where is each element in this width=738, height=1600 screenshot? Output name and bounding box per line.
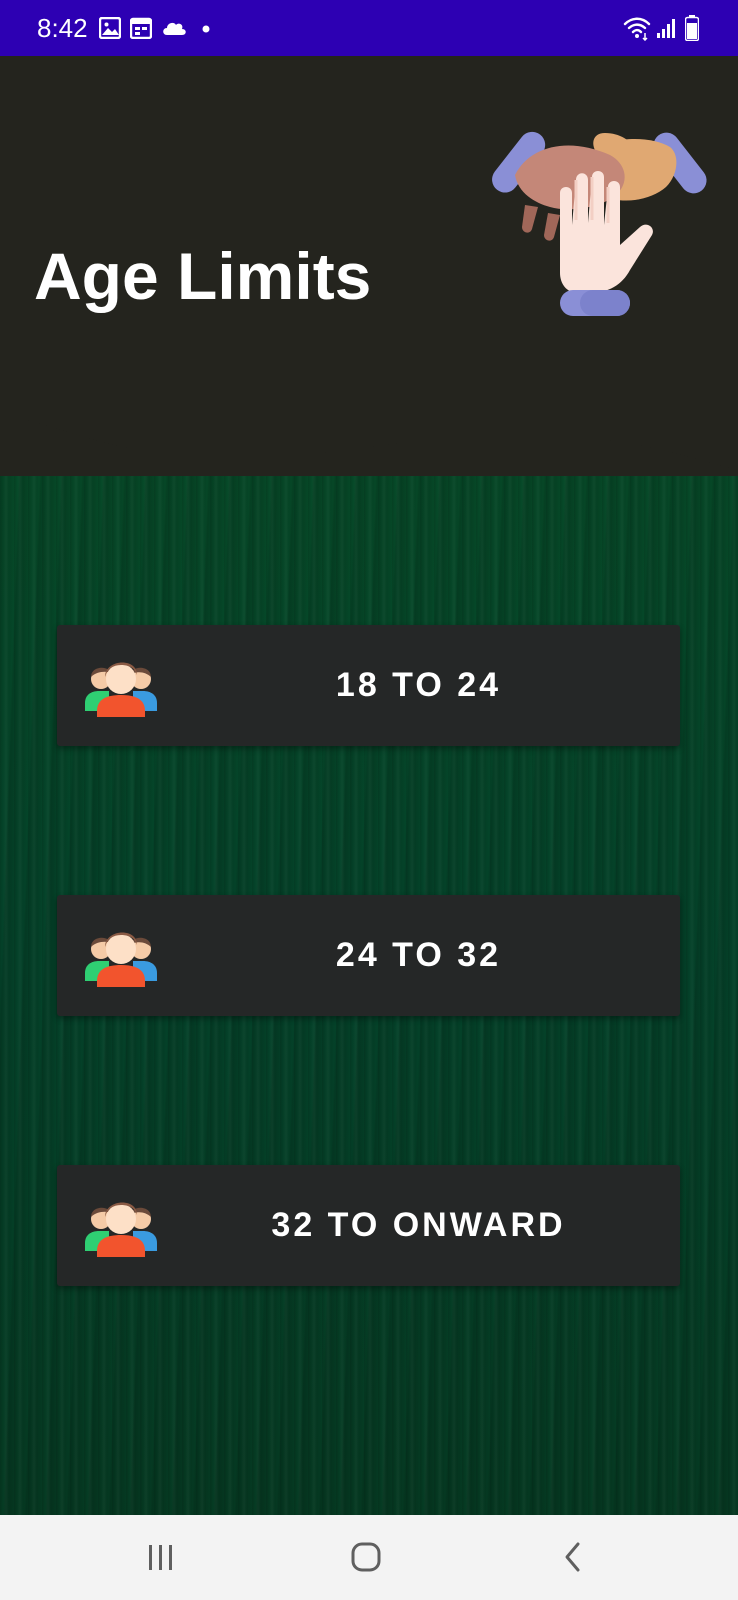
battery-icon bbox=[685, 15, 699, 41]
home-icon[interactable] bbox=[336, 1535, 396, 1579]
status-bar: 8:42 bbox=[0, 0, 738, 56]
age-18-to-24-button[interactable]: 18 TO 24 bbox=[57, 625, 680, 746]
age-range-label: 32 TO ONWARD bbox=[271, 1206, 566, 1244]
cloud-icon bbox=[163, 22, 186, 35]
dot-icon bbox=[202, 25, 210, 33]
age-32-to-onward-button[interactable]: 32 TO ONWARD bbox=[57, 1165, 680, 1286]
age-range-label: 18 TO 24 bbox=[335, 666, 502, 704]
navigation-bar bbox=[0, 1515, 738, 1600]
hands-together-illustration bbox=[492, 131, 707, 316]
wifi-icon bbox=[623, 17, 651, 41]
age-range-label: 24 TO 32 bbox=[335, 936, 502, 974]
status-time: 8:42 bbox=[37, 13, 88, 43]
header-wave bbox=[0, 400, 738, 470]
group-people-icon bbox=[85, 932, 157, 987]
page-title: Age Limits bbox=[34, 239, 372, 314]
gallery-icon bbox=[99, 17, 121, 39]
group-people-icon bbox=[85, 1202, 157, 1257]
recent-apps-icon[interactable] bbox=[131, 1535, 191, 1579]
calendar-icon bbox=[130, 17, 152, 39]
signal-icon bbox=[657, 19, 675, 38]
age-24-to-32-button[interactable]: 24 TO 32 bbox=[57, 895, 680, 1016]
back-icon[interactable] bbox=[543, 1535, 603, 1579]
group-people-icon bbox=[85, 662, 157, 717]
